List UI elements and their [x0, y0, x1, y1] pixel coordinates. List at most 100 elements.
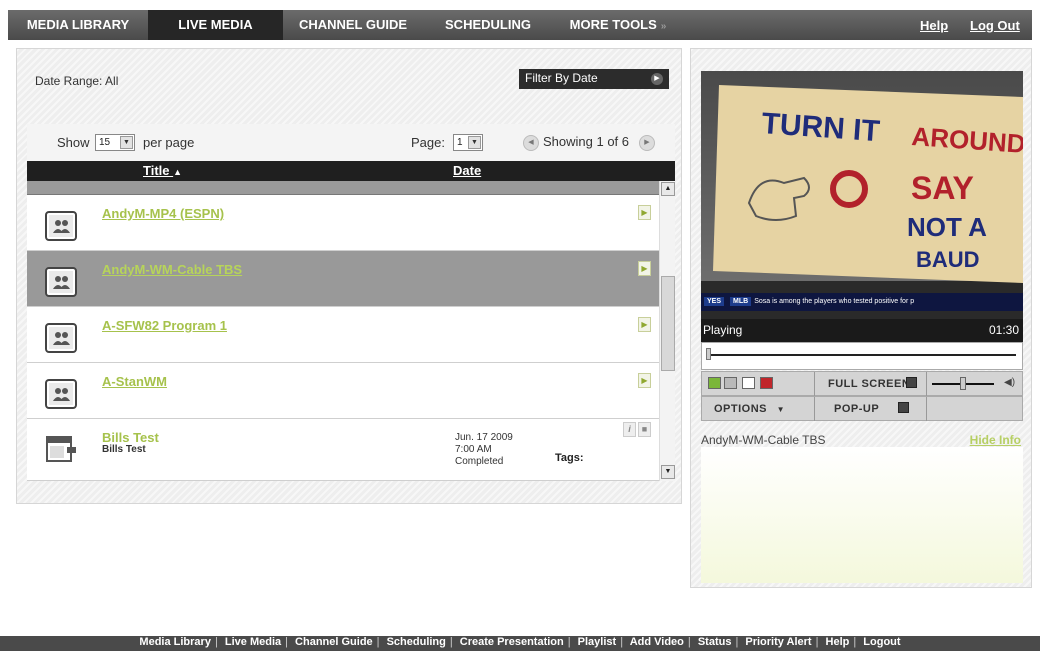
footer-link-help[interactable]: Help	[826, 636, 850, 648]
list-scrollbar[interactable]: ▲ ▼	[659, 181, 675, 481]
table-row[interactable]: Bills Test Bills Test Jun. 17 2009 7:00 …	[27, 419, 659, 481]
volume-slider[interactable]	[960, 377, 966, 390]
pause-icon[interactable]	[724, 377, 737, 389]
seek-handle[interactable]	[706, 348, 711, 360]
footer-links: Media Library | Live Media | Channel Guide…	[0, 636, 1040, 651]
player-status-bar: Playing 01:30	[701, 319, 1023, 342]
column-title-sort[interactable]: Title ▲	[143, 163, 182, 178]
showing-count: Showing 1 of 6	[543, 134, 630, 149]
info-icon[interactable]: i	[623, 422, 636, 437]
media-title-link[interactable]: A-StanWM	[102, 374, 167, 389]
player-controls-row: FULL SCREEN ◀)	[701, 371, 1023, 396]
divider	[926, 397, 927, 421]
live-channel-icon	[45, 379, 77, 409]
time-line: 7:00 AM	[455, 444, 492, 455]
popup-icon	[898, 402, 909, 413]
seek-track	[708, 354, 1016, 356]
chevron-down-icon: »	[660, 21, 667, 32]
divider	[814, 372, 815, 396]
divider: |	[815, 636, 819, 648]
player-options-row: OPTIONS ▼ POP-UP	[701, 396, 1023, 421]
video-frame[interactable]: TURN IT AROUND SAY NOT A BAUD YES MLB Sosa…	[701, 71, 1023, 319]
shield-icon[interactable]: ■	[638, 422, 651, 437]
ticker-badge-yes: YES	[704, 297, 725, 306]
chevron-down-icon: ▼	[120, 136, 133, 149]
divider	[926, 372, 927, 396]
play-arrow-icon[interactable]: ▶	[638, 373, 651, 388]
logout-link[interactable]: Log Out	[970, 10, 1020, 40]
player-time: 01:30	[988, 323, 1019, 337]
footer-link-add-video[interactable]: Add Video	[630, 636, 684, 648]
speaker-icon[interactable]: ◀)	[1004, 377, 1015, 388]
options-dropdown[interactable]: OPTIONS ▼	[714, 403, 785, 415]
nav-media-library[interactable]: MEDIA LIBRARY	[8, 10, 148, 40]
app-window: MEDIA LIBRARY LIVE MEDIA CHANNEL GUIDE S…	[0, 0, 1040, 651]
nav-scheduling[interactable]: SCHEDULING	[423, 10, 553, 40]
divider: |	[687, 636, 691, 648]
next-page-button[interactable]: ▶	[639, 135, 655, 151]
divider: |	[214, 636, 218, 648]
page-select[interactable]: 1 ▼	[453, 134, 483, 151]
per-page-select[interactable]: 15 ▼	[95, 134, 135, 151]
table-row[interactable]	[27, 181, 659, 195]
options-label: OPTIONS	[714, 403, 768, 415]
pagination-bar: Show 15 ▼ per page Page: 1 ▼ ◀ Showing 1…	[27, 124, 675, 161]
filter-by-date-button[interactable]: Filter By Date ▶	[519, 69, 669, 89]
show-label: Show	[57, 135, 90, 150]
footer-link-channel-guide[interactable]: Channel Guide	[295, 636, 373, 648]
date-line: Jun. 17 2009	[455, 432, 513, 443]
media-title-link[interactable]: AndyM-MP4 (ESPN)	[102, 206, 224, 221]
media-list: AndyM-MP4 (ESPN) ▶ AndyM-WM-Cable TBS ▶ …	[27, 181, 659, 481]
play-arrow-icon[interactable]: ▶	[638, 261, 651, 276]
divider: |	[449, 636, 453, 648]
fullscreen-icon	[906, 377, 917, 388]
footer-link-priority-alert[interactable]: Priority Alert	[745, 636, 811, 648]
scroll-down-button[interactable]: ▼	[661, 465, 675, 479]
divider: |	[853, 636, 857, 648]
now-playing-title: AndyM-WM-Cable TBS	[701, 433, 826, 447]
table-row[interactable]: A-StanWM ▶	[27, 363, 659, 419]
play-icon[interactable]	[708, 377, 721, 389]
play-arrow-icon[interactable]: ▶	[638, 205, 651, 220]
media-title-link[interactable]: A-SFW82 Program 1	[102, 318, 227, 333]
record-icon[interactable]	[760, 377, 773, 389]
footer-link-playlist[interactable]: Playlist	[578, 636, 617, 648]
previous-page-button[interactable]: ◀	[523, 135, 539, 151]
footer-link-logout[interactable]: Logout	[863, 636, 900, 648]
footer-link-scheduling[interactable]: Scheduling	[387, 636, 446, 648]
top-navigation-bar: MEDIA LIBRARY LIVE MEDIA CHANNEL GUIDE S…	[8, 10, 1032, 40]
footer-link-live-media[interactable]: Live Media	[225, 636, 281, 648]
footer-link-status[interactable]: Status	[698, 636, 732, 648]
chevron-down-icon: ▼	[468, 136, 481, 149]
hide-info-link[interactable]: Hide Info	[970, 433, 1021, 447]
media-title-link[interactable]: AndyM-WM-Cable TBS	[102, 262, 242, 277]
seek-bar[interactable]	[701, 342, 1023, 370]
table-row[interactable]: A-SFW82 Program 1 ▶	[27, 307, 659, 363]
popup-button[interactable]: POP-UP	[834, 403, 879, 415]
ticker-badge-mlb: MLB	[730, 297, 752, 306]
help-link[interactable]: Help	[920, 10, 948, 40]
media-title-link[interactable]: Bills Test	[102, 430, 159, 445]
media-icon	[45, 181, 77, 185]
video-sign-image: TURN IT AROUND SAY NOT A BAUD	[713, 85, 1023, 283]
nav-live-media[interactable]: LIVE MEDIA	[148, 10, 283, 40]
scrollbar-thumb[interactable]	[661, 276, 675, 371]
player-state: Playing	[703, 323, 743, 337]
play-arrow-icon[interactable]: ▶	[638, 317, 651, 332]
table-row[interactable]: AndyM-MP4 (ESPN) ▶	[27, 195, 659, 251]
footer-link-media-library[interactable]: Media Library	[139, 636, 211, 648]
stop-icon[interactable]	[742, 377, 755, 389]
page-label: Page:	[411, 135, 445, 150]
video-file-icon	[46, 436, 76, 462]
footer-link-create-presentation[interactable]: Create Presentation	[460, 636, 564, 648]
column-title-label: Title	[143, 163, 170, 178]
nav-more-tools[interactable]: MORE TOOLS»	[553, 10, 683, 40]
ticker-text: Sosa is among the players who tested pos…	[754, 298, 915, 305]
svg-text:NOT A: NOT A	[907, 212, 987, 242]
nav-channel-guide[interactable]: CHANNEL GUIDE	[283, 10, 423, 40]
scroll-up-button[interactable]: ▲	[661, 182, 675, 196]
info-box	[701, 447, 1023, 583]
column-date-sort[interactable]: Date	[453, 163, 481, 178]
fullscreen-button[interactable]: FULL SCREEN	[828, 378, 910, 390]
table-row[interactable]: AndyM-WM-Cable TBS ▶	[27, 251, 659, 307]
